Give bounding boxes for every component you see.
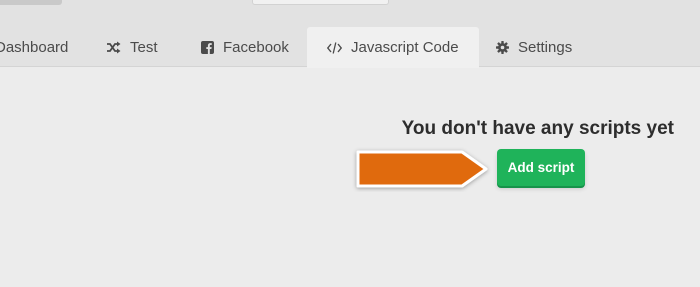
shuffle-icon <box>106 41 121 54</box>
tab-facebook-label: Facebook <box>223 38 289 56</box>
top-center-element-edge <box>252 0 389 5</box>
facebook-icon <box>201 40 214 54</box>
tab-facebook[interactable]: Facebook <box>201 27 289 67</box>
top-left-element-edge <box>0 0 62 5</box>
tab-settings[interactable]: Settings <box>496 27 572 67</box>
tab-javascript-code-label: Javascript Code <box>351 39 459 56</box>
gear-icon <box>496 40 509 54</box>
add-script-button[interactable]: Add script <box>497 149 585 186</box>
tab-javascript-code[interactable]: Javascript Code <box>307 27 479 68</box>
tab-test-label: Test <box>130 38 158 56</box>
tab-test[interactable]: Test <box>106 27 158 67</box>
code-icon <box>327 41 342 54</box>
arrow-pointer-icon <box>356 150 488 188</box>
tab-dashboard-label: Dashboard <box>0 38 69 56</box>
empty-state-heading: You don't have any scripts yet <box>401 118 674 139</box>
tab-settings-label: Settings <box>518 38 573 56</box>
tab-dashboard[interactable]: Dashboard <box>0 27 68 67</box>
